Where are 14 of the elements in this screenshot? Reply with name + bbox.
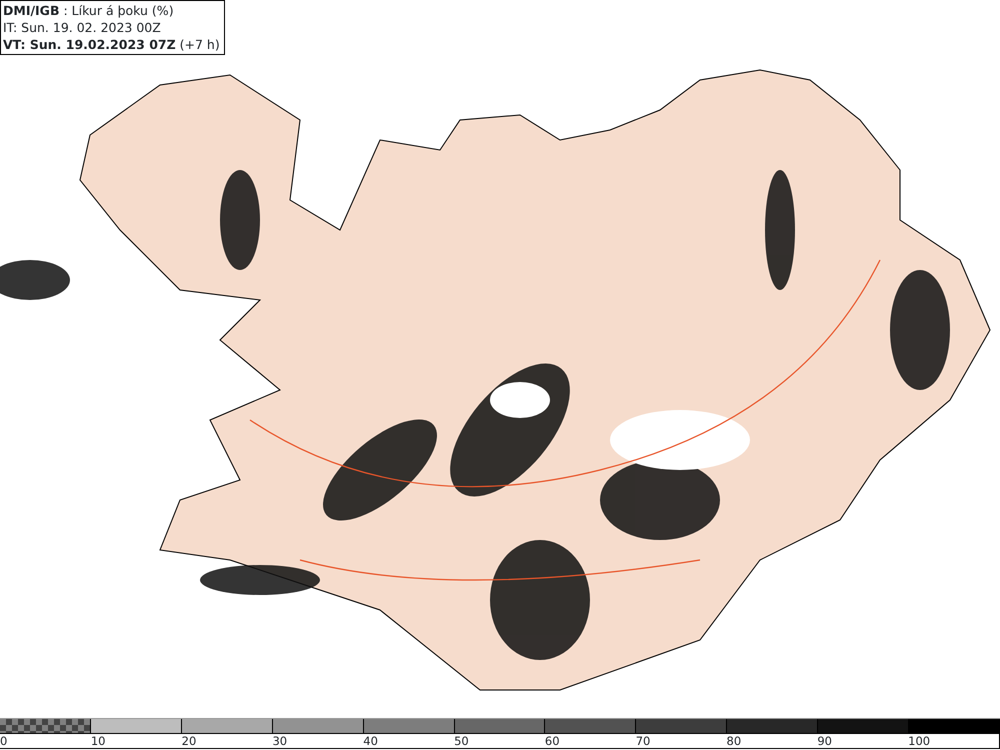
legend-label: 50: [454, 734, 469, 748]
legend-label: 100: [908, 734, 930, 748]
info-line: VT: Sun. 19.02.2023 07Z (+7 h): [3, 36, 220, 53]
legend-label: 0: [0, 734, 8, 748]
legend-label: 30: [272, 734, 288, 748]
legend-label: 80: [726, 734, 742, 748]
info-line: IT: Sun. 19. 02. 2023 00Z: [3, 19, 162, 36]
legend-label: 90: [817, 734, 832, 748]
legend-label: 40: [363, 734, 378, 748]
legend-label: 60: [544, 734, 560, 748]
legend-label: 10: [90, 734, 106, 748]
legend-label: 70: [636, 734, 650, 748]
legend-label: 20: [182, 734, 196, 748]
info-line: DMI/IGB : Líkur á þoku (%): [3, 2, 175, 19]
